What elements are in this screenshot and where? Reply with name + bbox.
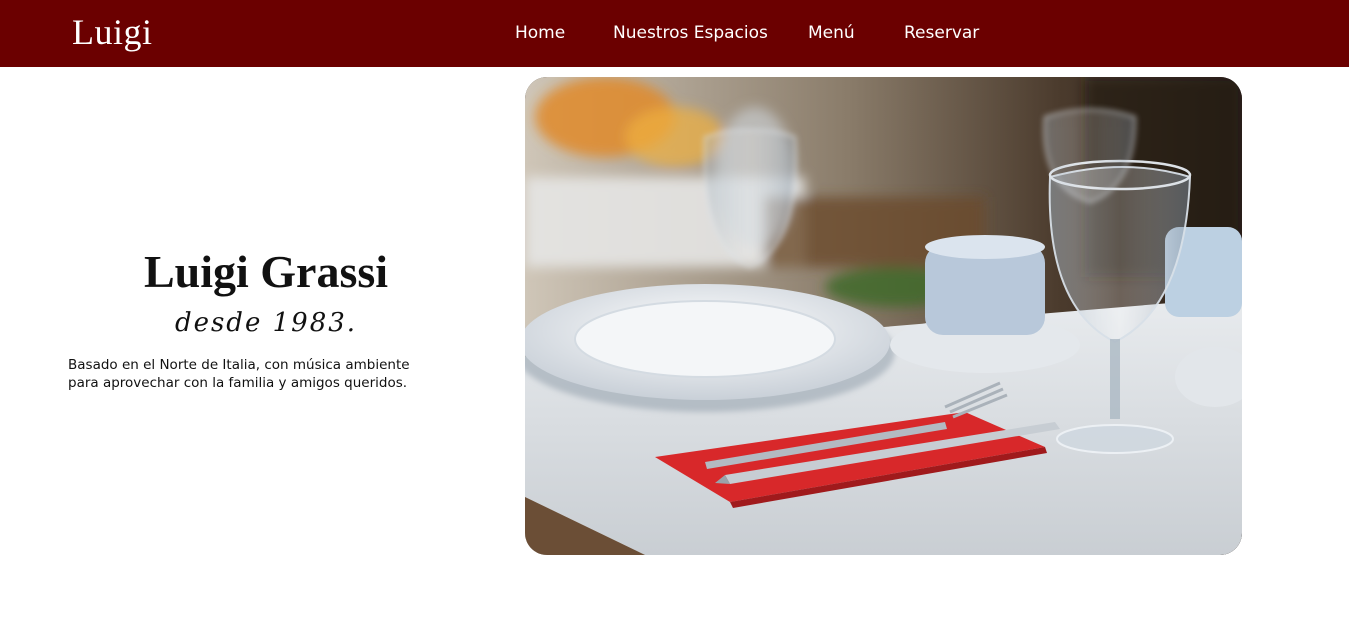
nav-link-reservar[interactable]: Reservar — [904, 21, 979, 45]
navbar: Luigi Home Nuestros Espacios Menú Reserv… — [0, 0, 1349, 67]
hero-since-tagline: desde 1983. — [174, 308, 358, 338]
restaurant-table-photo — [525, 77, 1242, 555]
brand-logo[interactable]: Luigi — [72, 10, 153, 54]
hero-description: Basado en el Norte de Italia, con música… — [68, 357, 410, 391]
nav-link-home[interactable]: Home — [515, 21, 565, 45]
hero-title: Luigi Grassi — [143, 246, 389, 297]
hero-image — [525, 77, 1242, 555]
nav-link-nuestros-espacios[interactable]: Nuestros Espacios — [613, 21, 768, 45]
nav-link-menu[interactable]: Menú — [808, 21, 855, 45]
